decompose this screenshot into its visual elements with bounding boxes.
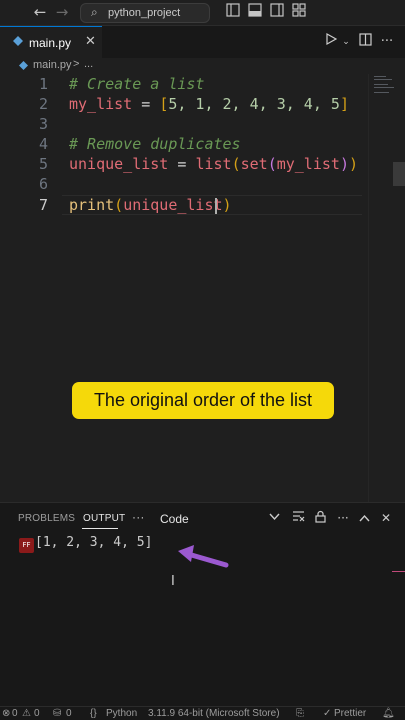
layout-sidebar-right-icon[interactable] <box>268 3 286 21</box>
minimap-line <box>374 87 394 88</box>
warnings-count[interactable]: 0 <box>34 708 40 719</box>
customize-layout-icon[interactable] <box>290 3 308 21</box>
command-center-search[interactable]: ⌕ python_project <box>80 3 210 23</box>
minimap-line <box>374 84 388 85</box>
code-line: # Remove duplicates <box>69 135 241 153</box>
minimap-border <box>368 74 369 502</box>
builtin: print <box>69 196 115 214</box>
variable: unique_list <box>123 196 223 214</box>
variable: unique_list <box>69 155 169 173</box>
builtin: list <box>195 155 232 173</box>
format-icon[interactable]: ⎘ <box>296 708 304 719</box>
tab-label: main.py <box>29 36 72 50</box>
comment: # Remove duplicates <box>69 135 241 153</box>
editor-scrollbar[interactable] <box>393 162 405 186</box>
code-editor[interactable]: 1 2 3 4 5 6 7 # Create a list my_list = … <box>0 74 405 502</box>
ports-icon[interactable]: ⛁ <box>53 708 61 719</box>
paren: ) <box>348 155 358 173</box>
status-bar: ⊗ 0 ⚠ 0 ⛁ 0 {} Python 3.11.9 64-bit (Mic… <box>0 706 405 720</box>
code-line: # Create a list <box>69 75 204 93</box>
clear-output-icon[interactable] <box>290 510 306 526</box>
builtin: set <box>240 155 268 173</box>
python-file-icon <box>19 61 28 70</box>
language-mode[interactable]: Python <box>106 708 137 719</box>
output-text: [1, 2, 3, 4, 5] <box>35 535 153 550</box>
lock-icon[interactable] <box>312 510 328 526</box>
paren: ( <box>267 155 277 173</box>
errors-count[interactable]: 0 <box>12 708 18 719</box>
pointer-arrow-icon <box>178 545 229 568</box>
variable: my_list <box>276 155 340 173</box>
operator: = <box>168 155 196 173</box>
python-file-icon <box>13 36 23 46</box>
panel-scroll-marker <box>392 571 405 572</box>
back-arrow-icon[interactable]: ← <box>31 3 49 21</box>
breadcrumb: main.py > ... <box>0 58 405 74</box>
layout-sidebar-left-icon[interactable] <box>224 3 242 21</box>
list-literal-items: 5, 1, 2, 4, 3, 4, 5 <box>168 95 340 113</box>
tab-problems[interactable]: PROBLEMS <box>18 513 75 524</box>
minimap-line <box>374 79 392 80</box>
bottom-panel: PROBLEMS OUTPUT ··· Code ··· ✕ FF [1, 2,… <box>0 502 405 706</box>
close-panel-icon[interactable]: ✕ <box>378 510 394 526</box>
more-actions-icon[interactable]: ··· <box>335 510 351 526</box>
paren: ( <box>231 155 241 173</box>
line-number: 2 <box>38 95 48 113</box>
tab-output[interactable]: OUTPUT <box>83 513 125 524</box>
line-number: 4 <box>38 135 48 153</box>
video-caption: The original order of the list <box>72 382 334 419</box>
line-number-active: 7 <box>38 196 48 214</box>
bracket: ] <box>339 95 349 113</box>
prettier-check-icon[interactable]: ✓ <box>323 708 331 719</box>
editor-tab-bar: main.py ✕ ⌄ ··· <box>0 26 405 58</box>
active-tab-indicator <box>82 528 118 529</box>
breadcrumb-separator: > <box>73 58 80 70</box>
panel-more-icon[interactable]: ··· <box>132 510 145 524</box>
chevron-down-icon[interactable] <box>266 510 282 526</box>
minimap-line <box>374 76 386 77</box>
minimap-line <box>374 92 389 93</box>
tab-main-py[interactable]: main.py ✕ <box>0 26 102 58</box>
output-channel-select[interactable]: Code <box>160 512 189 526</box>
paren: ) <box>339 155 349 173</box>
layout-panel-icon[interactable] <box>246 3 264 21</box>
split-editor-icon[interactable] <box>356 33 374 51</box>
maximize-panel-chevron-up-icon[interactable] <box>356 510 372 526</box>
operator: = <box>132 95 160 113</box>
breadcrumb-file[interactable]: main.py <box>33 59 72 71</box>
warnings-icon[interactable]: ⚠ <box>22 708 31 719</box>
text-cursor <box>215 198 217 214</box>
title-bar: ← → ⌕ python_project <box>0 0 405 26</box>
line-number: 3 <box>38 115 48 133</box>
line-number: 6 <box>38 175 48 193</box>
search-text: python_project <box>108 7 181 19</box>
line-number: 1 <box>38 75 48 93</box>
errors-icon[interactable]: ⊗ <box>2 708 10 719</box>
paren: ) <box>222 196 232 214</box>
code-line: my_list = [5, 1, 2, 4, 3, 4, 5] <box>69 95 349 113</box>
paren: ( <box>114 196 124 214</box>
variable: my_list <box>69 95 133 113</box>
close-tab-icon[interactable]: ✕ <box>85 34 96 49</box>
python-interpreter[interactable]: 3.11.9 64-bit (Microsoft Store) <box>148 708 280 719</box>
prettier-status[interactable]: Prettier <box>334 708 366 719</box>
more-actions-icon[interactable]: ··· <box>378 33 396 51</box>
line-number: 5 <box>38 155 48 173</box>
code-line: unique_list = list(set(my_list)) <box>69 155 358 173</box>
code-line-active: print(unique_list) <box>69 196 232 214</box>
bracket: [ <box>159 95 169 113</box>
run-dropdown-chevron-icon[interactable]: ⌄ <box>337 33 355 51</box>
ports-count[interactable]: 0 <box>66 708 72 719</box>
forward-arrow-icon[interactable]: → <box>53 3 71 21</box>
comment: # Create a list <box>69 75 205 93</box>
search-icon: ⌕ <box>91 5 98 19</box>
mouse-cursor-ibeam-icon: I <box>171 574 175 589</box>
notifications-bell-icon[interactable]: 🔔︎ <box>382 708 395 719</box>
breadcrumb-more[interactable]: ... <box>84 58 93 70</box>
ff-badge-icon: FF <box>19 538 34 553</box>
language-braces[interactable]: {} <box>90 708 97 719</box>
